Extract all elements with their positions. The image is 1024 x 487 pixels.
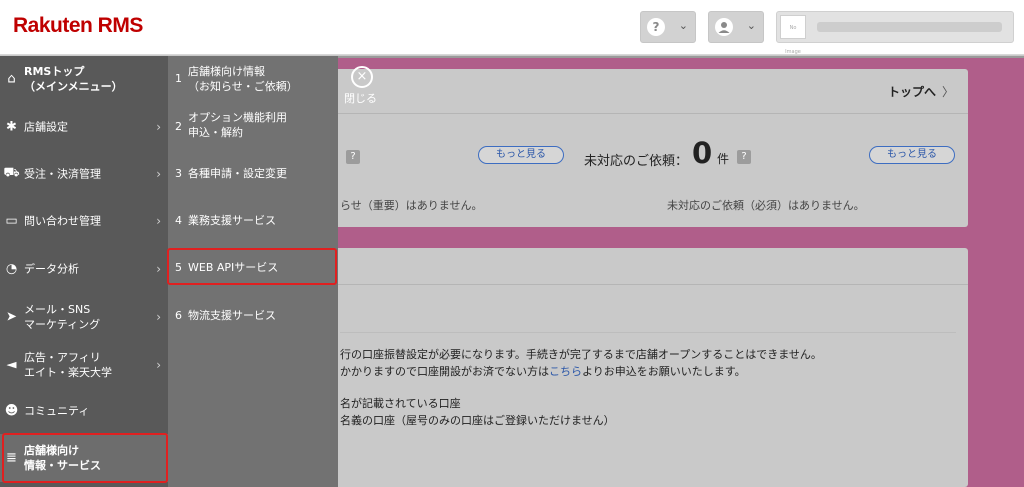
help-icon: ?: [647, 18, 665, 36]
help-button[interactable]: ? ⌄: [640, 11, 696, 43]
nav-item-label: メール・SNS マーケティング: [24, 303, 101, 331]
nav-item-label: コミュニティ: [24, 404, 90, 418]
account-requirement-line: 名が記載されている口座: [340, 397, 461, 410]
close-menu-button[interactable]: × 閉じる: [343, 66, 383, 106]
chevron-right-icon: ›: [156, 214, 161, 228]
nav-item-label: 広告・アフィリ エイト・楽天大学: [24, 351, 112, 379]
chevron-right-icon: ›: [156, 167, 161, 181]
sub-item-number: 2: [175, 120, 182, 133]
store-thumbnail: No Image: [780, 15, 806, 55]
chevron-right-icon: 〉: [942, 85, 955, 99]
card-divider: [300, 113, 968, 114]
chevron-right-icon: ›: [156, 358, 161, 372]
user-icon: [715, 18, 733, 36]
nav-item-marketing[interactable]: ➤ メール・SNS マーケティング ›: [0, 293, 168, 341]
nav-item-analytics[interactable]: ◔ データ分析 ›: [0, 246, 168, 292]
paper-plane-icon: ➤: [6, 309, 17, 325]
more-notices-button[interactable]: もっと見る: [478, 146, 564, 164]
card-divider: [340, 332, 956, 333]
chevron-right-icon: ›: [156, 262, 161, 276]
megaphone-icon: ◄: [6, 357, 17, 373]
sub-item-logistics[interactable]: 6 物流支援サービス: [168, 302, 338, 332]
nav-item-community[interactable]: ☻ コミュニティ: [0, 389, 168, 433]
request-count: 0: [692, 136, 713, 170]
nav-item-label: データ分析: [24, 262, 79, 276]
account-button[interactable]: ⌄: [708, 11, 764, 43]
chevron-down-icon: ⌄: [678, 19, 688, 32]
sub-item-number: 4: [175, 214, 182, 227]
rakuten-rms-logo[interactable]: Rakuten RMS: [13, 14, 143, 38]
to-top-link[interactable]: トップへ〉: [888, 83, 954, 100]
chevron-down-icon: ⌄: [746, 19, 756, 32]
sub-item-business-support[interactable]: 4 業務支援サービス: [168, 206, 338, 236]
setup-notice-line: 行の口座振替設定が必要になります。手続きが完了するまで店舗オープンすることはでき…: [340, 348, 822, 361]
gear-icon: ✱: [6, 119, 17, 135]
sub-item-number: 3: [175, 167, 182, 180]
highlight-web-api: [167, 248, 337, 285]
sub-item-label: 業務支援サービス: [188, 214, 276, 227]
setup-notice-text: よりお申込をお願いいたします。: [582, 365, 746, 378]
nav-item-label: RMSトップ （メインメニュー）: [24, 65, 123, 93]
nav-item-store-settings[interactable]: ✱ 店舗設定 ›: [0, 104, 168, 150]
request-empty-text: 未対応のご依頼（必須）はありません。: [667, 199, 865, 212]
sub-item-label: 店舗様向け情報 （お知らせ・ご依頼）: [188, 65, 298, 93]
sub-item-options[interactable]: 2 オプション機能利用 申込・解約: [168, 108, 338, 148]
top-divider: [338, 56, 1024, 58]
sub-item-label: オプション機能利用 申込・解約: [188, 111, 287, 139]
sub-item-number: 6: [175, 309, 182, 322]
card-divider: [300, 284, 968, 285]
cart-icon: ⛟: [3, 165, 20, 181]
request-unit: 件: [717, 152, 730, 166]
nav-item-rms-top[interactable]: ⌂ RMSトップ （メインメニュー）: [0, 56, 168, 102]
close-label: 閉じる: [344, 92, 377, 105]
community-icon: ☻: [4, 403, 19, 419]
home-icon: ⌂: [7, 71, 16, 87]
nav-item-orders[interactable]: ⛟ 受注・決済管理 ›: [0, 151, 168, 197]
more-requests-button[interactable]: もっと見る: [869, 146, 955, 164]
header-bar: Rakuten RMS ? ⌄ ⌄ No Image: [0, 0, 1024, 55]
sub-item-label: 物流支援サービス: [188, 309, 276, 322]
sub-item-applications[interactable]: 3 各種申請・設定変更: [168, 160, 338, 190]
sub-item-store-info[interactable]: 1 店舗様向け情報 （お知らせ・ご依頼）: [168, 62, 338, 102]
store-name-redacted: [817, 22, 1002, 32]
nav-item-advertising[interactable]: ◄ 広告・アフィリ エイト・楽天大学 ›: [0, 341, 168, 389]
highlight-store-info-services: [2, 433, 168, 483]
setup-notice-text: かかりますので口座開設がお済でない方は: [340, 365, 549, 378]
apply-here-link[interactable]: こちら: [549, 365, 582, 378]
inquiry-icon: ▭: [5, 213, 18, 229]
analytics-icon: ◔: [5, 261, 18, 277]
store-selector[interactable]: No Image: [776, 11, 1014, 55]
lightbulb-icon[interactable]: ?: [737, 150, 751, 164]
chevron-right-icon: ›: [156, 120, 161, 134]
nav-item-label: 受注・決済管理: [24, 167, 101, 181]
nav-item-inquiries[interactable]: ▭ 問い合わせ管理 ›: [0, 198, 168, 244]
sub-item-label: 各種申請・設定変更: [188, 167, 287, 180]
to-top-label: トップへ: [888, 85, 937, 99]
notice-empty-text: らせ（重要）はありません。: [340, 199, 483, 212]
setup-notice-line: かかりますので口座開設がお済でない方はこちらよりお申込をお願いいたします。: [340, 363, 746, 379]
nav-item-label: 店舗設定: [24, 120, 68, 134]
nav-item-label: 問い合わせ管理: [24, 214, 101, 228]
request-label: 未対応のご依頼：: [584, 154, 689, 169]
account-requirement-line: 名義の口座（屋号のみの口座はご登録いただけません）: [340, 414, 615, 427]
close-icon: ×: [351, 66, 373, 88]
sub-item-number: 1: [175, 72, 182, 85]
chevron-right-icon: ›: [156, 310, 161, 324]
lightbulb-icon[interactable]: ?: [346, 150, 360, 164]
